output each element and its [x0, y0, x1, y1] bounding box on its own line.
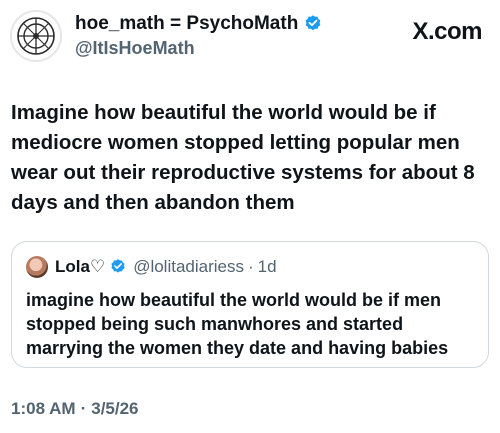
tweet-text: Imagine how beautiful the world would be…	[11, 101, 475, 214]
verified-badge-icon	[111, 259, 125, 273]
quoted-author-avatar[interactable]	[26, 256, 48, 278]
author-display-name[interactable]: hoe_math = PsychoMath	[75, 12, 298, 36]
author-handle[interactable]: @ItIsHoeMath	[75, 36, 323, 60]
quoted-separator: ·	[248, 257, 254, 276]
quoted-tweet-header: Lola♡ @lolitadiariess · 1d	[26, 256, 277, 278]
quoted-tweet[interactable]: Lola♡ @lolitadiariess · 1d imagine how b…	[11, 241, 489, 368]
tweet-header: hoe_math = PsychoMath @ItIsHoeMath	[10, 10, 323, 62]
tweet-timestamp[interactable]: 1:08 AM · 3/5/26	[11, 399, 139, 419]
tweet-time: 1:08 AM	[11, 399, 76, 418]
author-avatar[interactable]	[10, 10, 62, 62]
quoted-author-handle[interactable]: @lolitadiariess	[133, 257, 244, 277]
tweet-date: 3/5/26	[91, 399, 139, 418]
quoted-tweet-age[interactable]: 1d	[258, 257, 277, 277]
verified-badge-icon	[305, 15, 321, 31]
quoted-author-display-name[interactable]: Lola♡	[55, 257, 105, 277]
x-logo: X.com	[412, 18, 482, 45]
tweet-card: hoe_math = PsychoMath @ItIsHoeMath X.com…	[0, 0, 500, 433]
wheel-logo-icon	[17, 17, 55, 55]
timestamp-separator: ·	[80, 399, 87, 418]
quoted-tweet-text: imagine how beautiful the world would be…	[26, 290, 449, 358]
